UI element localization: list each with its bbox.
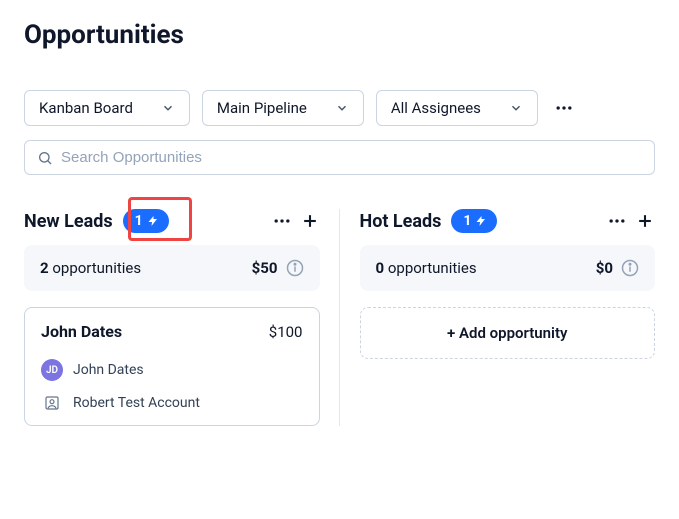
column-title: Hot Leads bbox=[360, 211, 442, 232]
column-more-button[interactable] bbox=[607, 211, 627, 231]
kanban-column-new-leads: New Leads 1 2 o bbox=[24, 209, 320, 426]
assignees-dropdown-label: All Assignees bbox=[391, 99, 481, 117]
chevron-down-icon bbox=[509, 101, 523, 115]
add-opportunity-button[interactable]: + Add opportunity bbox=[360, 307, 656, 359]
opportunity-card[interactable]: John Dates $100 JD John Dates Robert Tes… bbox=[24, 307, 320, 426]
pipeline-dropdown[interactable]: Main Pipeline bbox=[202, 90, 364, 126]
kanban-columns: New Leads 1 2 o bbox=[24, 209, 655, 426]
card-title: John Dates bbox=[41, 322, 122, 341]
more-filters-button[interactable] bbox=[550, 98, 578, 118]
column-summary: 0 opportunities $0 bbox=[360, 245, 656, 291]
column-more-button[interactable] bbox=[272, 211, 292, 231]
info-icon[interactable] bbox=[286, 259, 304, 277]
card-account-name: Robert Test Account bbox=[73, 395, 200, 411]
column-summary: 2 opportunities $50 bbox=[24, 245, 320, 291]
chevron-down-icon bbox=[161, 101, 175, 115]
search-input[interactable] bbox=[61, 149, 642, 166]
search-icon bbox=[37, 150, 53, 166]
info-icon[interactable] bbox=[621, 259, 639, 277]
summary-count: 0 bbox=[376, 259, 385, 277]
card-contact-row: JD John Dates bbox=[41, 359, 303, 381]
badge-count: 1 bbox=[135, 213, 143, 229]
card-amount: $100 bbox=[269, 323, 303, 341]
card-contact-name: John Dates bbox=[73, 362, 144, 378]
kanban-column-hot-leads: Hot Leads 1 0 opportunit bbox=[360, 209, 656, 426]
column-add-button[interactable] bbox=[635, 211, 655, 231]
automation-badge[interactable]: 1 bbox=[451, 209, 497, 233]
column-title: New Leads bbox=[24, 211, 113, 232]
search-bar[interactable] bbox=[24, 140, 655, 175]
summary-label: opportunities bbox=[52, 259, 141, 277]
bolt-icon bbox=[475, 215, 487, 227]
chevron-down-icon bbox=[335, 101, 349, 115]
filter-bar: Kanban Board Main Pipeline All Assignees bbox=[24, 90, 655, 126]
column-header: New Leads 1 bbox=[24, 209, 320, 233]
view-dropdown-label: Kanban Board bbox=[39, 99, 133, 117]
automation-badge[interactable]: 1 bbox=[123, 209, 169, 233]
account-icon bbox=[41, 395, 63, 411]
view-dropdown[interactable]: Kanban Board bbox=[24, 90, 190, 126]
summary-label: opportunities bbox=[388, 259, 477, 277]
card-account-row: Robert Test Account bbox=[41, 395, 303, 411]
page-title: Opportunities bbox=[24, 20, 655, 50]
avatar: JD bbox=[41, 359, 63, 381]
summary-amount: $50 bbox=[252, 259, 278, 277]
summary-count: 2 bbox=[40, 259, 49, 277]
assignees-dropdown[interactable]: All Assignees bbox=[376, 90, 538, 126]
badge-count: 1 bbox=[463, 213, 471, 229]
summary-amount: $0 bbox=[596, 259, 613, 277]
column-header: Hot Leads 1 bbox=[360, 209, 656, 233]
column-add-button[interactable] bbox=[300, 211, 320, 231]
pipeline-dropdown-label: Main Pipeline bbox=[217, 99, 307, 117]
bolt-icon bbox=[147, 215, 159, 227]
